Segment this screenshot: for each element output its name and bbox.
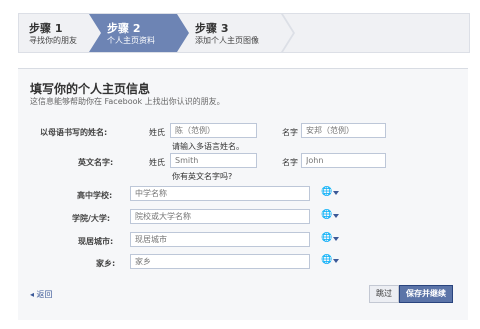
hometown-input[interactable] — [130, 254, 310, 269]
privacy-globe-icon[interactable]: 🌐 — [321, 255, 332, 265]
english-given-input[interactable] — [301, 153, 386, 168]
current-city-input[interactable] — [130, 232, 310, 247]
privacy-dropdown-arrow-icon[interactable] — [333, 259, 339, 263]
privacy-dropdown-arrow-icon[interactable] — [333, 214, 339, 218]
step-3-subtitle: 添加个人主页图像 — [195, 36, 259, 45]
privacy-globe-icon[interactable]: 🌐 — [321, 233, 332, 243]
high-school-label: 高中学校: — [77, 191, 113, 200]
native-name-hint: 请输入多语言姓名。 — [172, 142, 244, 151]
page-subtitle: 这信息能够帮助你在 Facebook 上找出你认识的朋友。 — [30, 97, 225, 106]
privacy-globe-icon[interactable]: 🌐 — [321, 210, 332, 220]
save-and-continue-button[interactable]: 保存并继续 — [399, 285, 453, 303]
step-2-title: 步骤 2 — [107, 22, 141, 35]
step-2-current: 步骤 2 个人主页资料 — [89, 14, 189, 52]
native-name-label: 以母语书写的姓名: — [40, 128, 108, 137]
english-surname-label: 姓氏 — [149, 158, 165, 167]
privacy-dropdown-arrow-icon[interactable] — [333, 237, 339, 241]
college-label: 学院/大学: — [72, 214, 111, 223]
privacy-globe-icon[interactable]: 🌐 — [321, 187, 332, 197]
english-given-label: 名字 — [282, 158, 298, 167]
step-3-title: 步骤 3 — [195, 22, 229, 35]
english-surname-input[interactable] — [170, 153, 257, 168]
english-name-hint: 你有英文名字吗? — [172, 172, 233, 181]
step-1-subtitle: 寻找你的朋友 — [29, 36, 77, 45]
english-name-label: 英文名字: — [78, 158, 114, 167]
page-title: 填写你的个人主页信息 — [30, 82, 151, 96]
native-surname-input[interactable] — [170, 123, 257, 138]
privacy-dropdown-arrow-icon[interactable] — [333, 191, 339, 195]
hometown-label: 家乡: — [96, 259, 116, 268]
native-given-input[interactable] — [301, 123, 386, 138]
back-link[interactable]: ◂ 返回 — [30, 289, 53, 300]
native-given-label: 名字 — [282, 128, 298, 137]
skip-button[interactable]: 跳过 — [369, 285, 399, 303]
high-school-input[interactable] — [130, 186, 310, 201]
step-2-subtitle: 个人主页资料 — [107, 36, 155, 45]
step-progress-bar: 步骤 1 寻找你的朋友 步骤 2 个人主页资料 步骤 3 添加个人主页图像 — [18, 13, 470, 53]
native-surname-label: 姓氏 — [149, 128, 165, 137]
current-city-label: 现居城市: — [78, 237, 114, 246]
step-3: 步骤 3 添加个人主页图像 — [179, 14, 299, 52]
college-input[interactable] — [130, 209, 310, 224]
step-1-title: 步骤 1 — [29, 22, 63, 35]
